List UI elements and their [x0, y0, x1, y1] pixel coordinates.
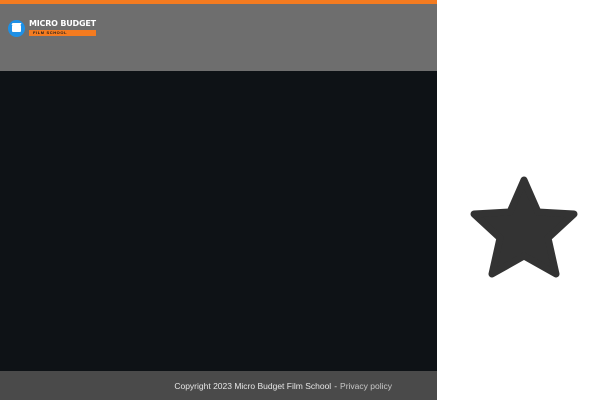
site-footer: Copyright 2023 Micro Budget Film School … [0, 371, 437, 400]
logo-title: MICRO BUDGET [29, 19, 96, 28]
privacy-policy-link[interactable]: Privacy policy [340, 381, 392, 391]
site-header: MICRO BUDGET FILM SCHOOL [0, 4, 437, 71]
logo-subtitle: FILM SCHOOL [29, 30, 96, 36]
site-logo[interactable]: MICRO BUDGET FILM SCHOOL [8, 16, 96, 40]
main-content [0, 71, 437, 371]
site-frame: MICRO BUDGET FILM SCHOOL Copyright 2023 … [0, 0, 437, 400]
footer-separator: - [334, 380, 338, 391]
footer-copyright: Copyright 2023 Micro Budget Film School [174, 380, 332, 391]
clapperboard-icon [8, 19, 25, 37]
logo-wordmark: MICRO BUDGET FILM SCHOOL [29, 20, 96, 36]
star-icon[interactable] [470, 176, 578, 278]
